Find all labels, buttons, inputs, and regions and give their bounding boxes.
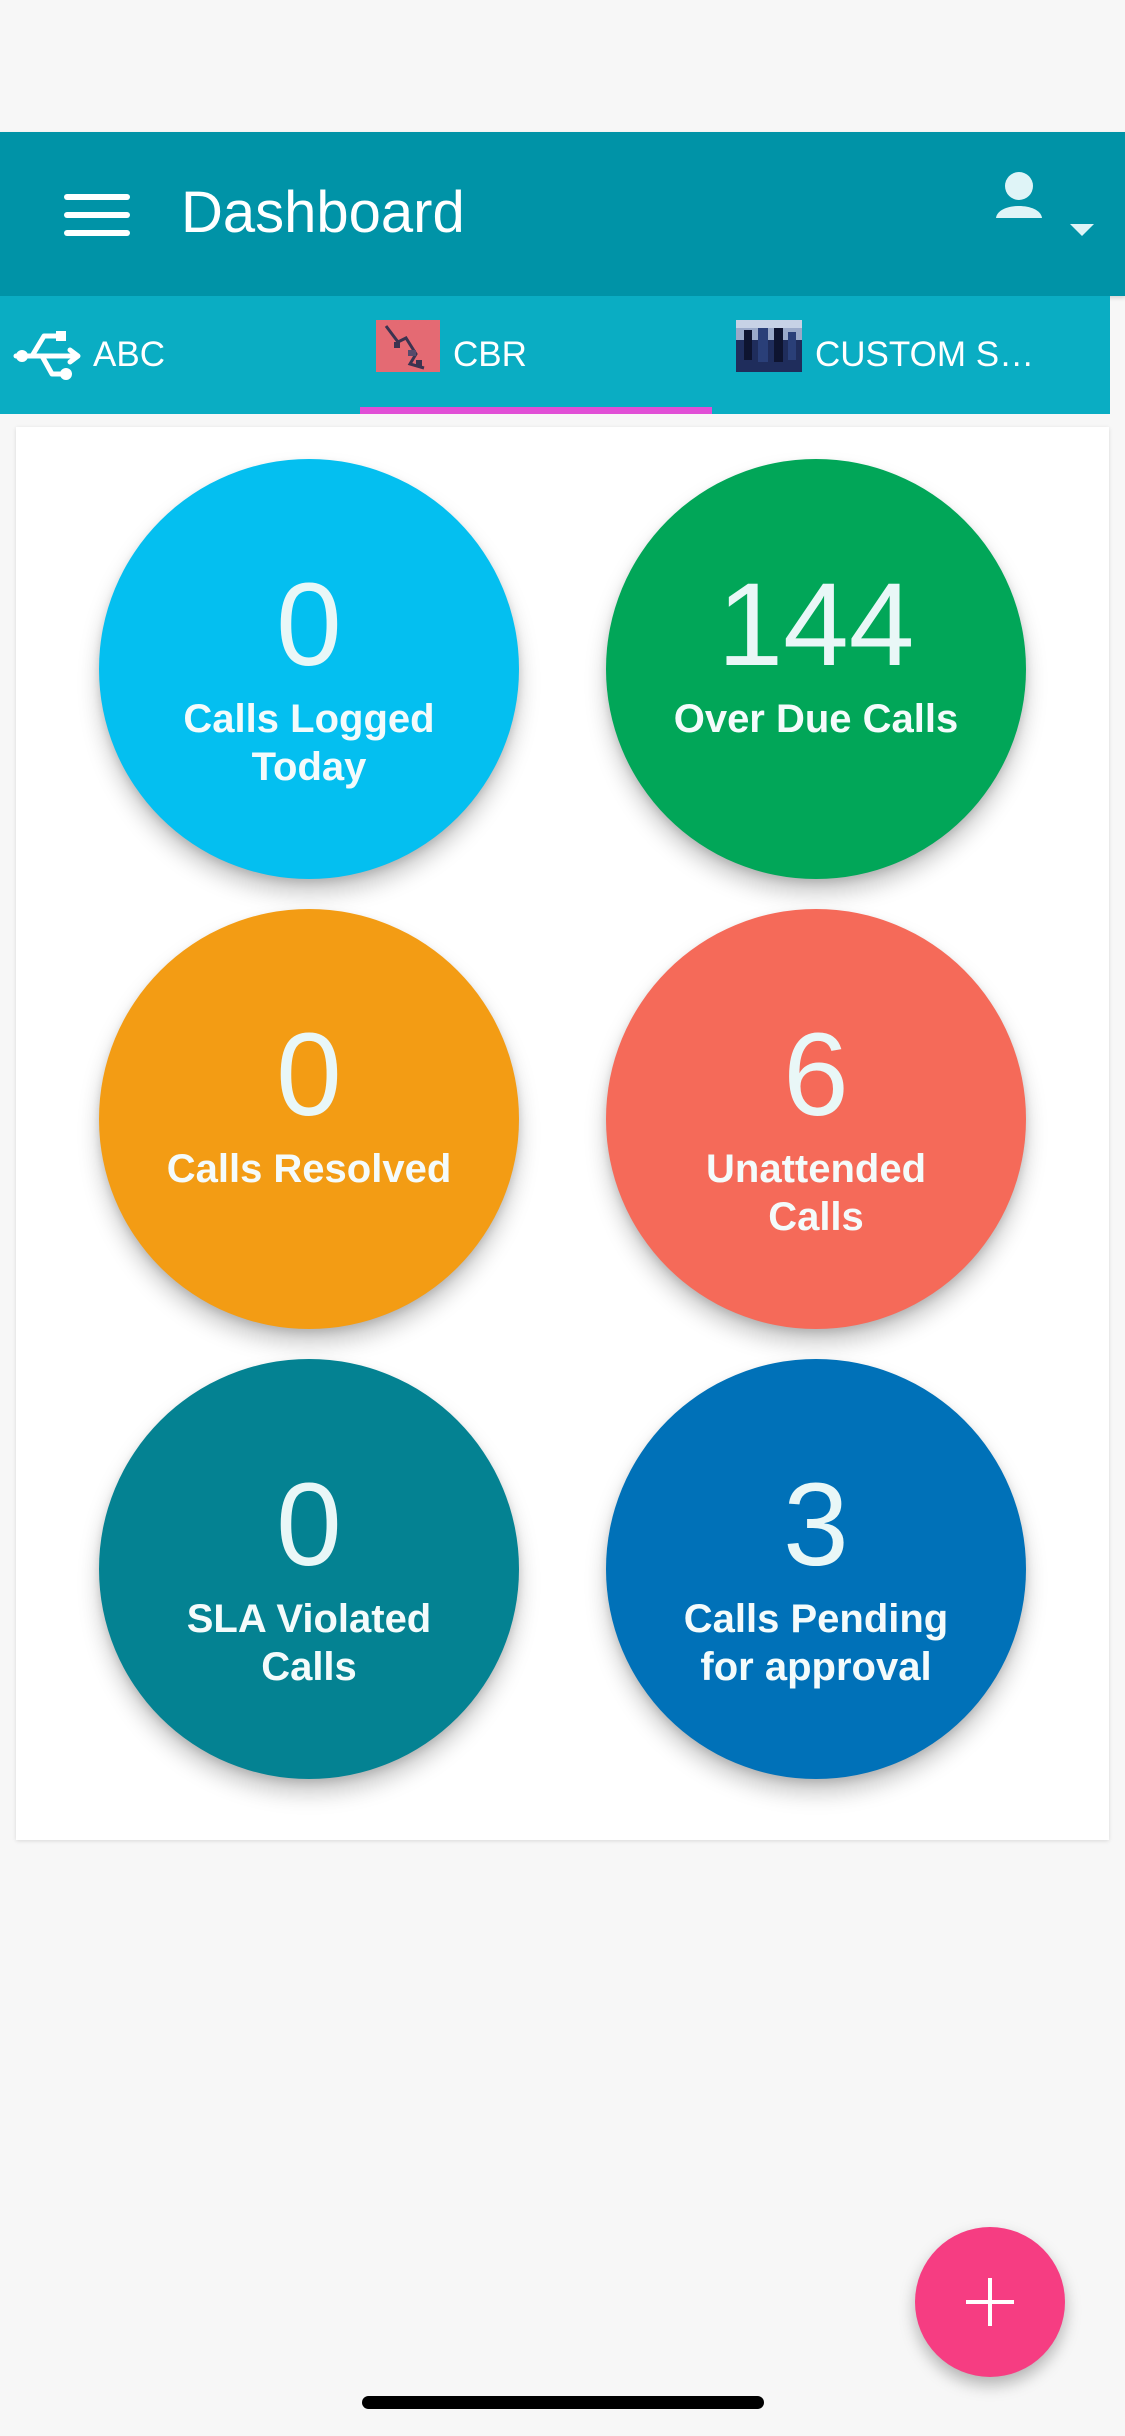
stat-value: 6 <box>783 1009 849 1141</box>
chevron-down-icon <box>1070 224 1094 236</box>
stat-label: Unattended Calls <box>706 1147 926 1239</box>
add-call-fab-button[interactable] <box>915 2227 1065 2377</box>
user-menu-button[interactable] <box>990 166 1100 246</box>
stat-value: 3 <box>783 1459 849 1591</box>
stat-sla-violated-calls[interactable]: 0 SLA Violated Calls <box>99 1359 519 1779</box>
menu-icon-bar <box>64 230 130 236</box>
stat-unattended-calls[interactable]: 6 Unattended Calls <box>606 909 1026 1329</box>
tab-bar: ABC CBR CUSTOM S… <box>0 296 1110 414</box>
stat-label: Over Due Calls <box>673 697 959 741</box>
tab-abc[interactable]: ABC <box>0 296 360 414</box>
tab-label: CUSTOM S… <box>815 335 1035 374</box>
stat-value: 0 <box>276 559 342 691</box>
menu-button[interactable] <box>58 186 138 244</box>
menu-icon-bar <box>64 194 130 200</box>
tab-label: CBR <box>453 335 527 374</box>
menu-icon-bar <box>64 212 130 218</box>
stat-value: 0 <box>276 1459 342 1591</box>
stat-calls-logged-today[interactable]: 0 Calls Logged Today <box>99 459 519 879</box>
stat-calls-pending-approval[interactable]: 3 Calls Pending for approval <box>606 1359 1026 1779</box>
stat-label: Calls Logged Today <box>183 697 435 789</box>
tab-custom[interactable]: CUSTOM S… <box>712 296 1110 414</box>
tab-cbr[interactable]: CBR <box>360 296 712 414</box>
page-title: Dashboard <box>181 180 465 245</box>
app-bar: Dashboard <box>0 132 1125 296</box>
stat-label: SLA Violated Calls <box>186 1597 432 1689</box>
tab-thumbnail-image <box>376 320 440 372</box>
stat-over-due-calls[interactable]: 144 Over Due Calls <box>606 459 1026 879</box>
status-bar-area <box>0 0 1125 132</box>
dashboard-card: 0 Calls Logged Today 144 Over Due Calls … <box>16 427 1109 1840</box>
stat-label: Calls Resolved <box>166 1147 452 1191</box>
stat-calls-resolved[interactable]: 0 Calls Resolved <box>99 909 519 1329</box>
usb-icon <box>13 331 81 380</box>
active-tab-indicator <box>360 407 712 414</box>
stat-value: 144 <box>717 559 915 691</box>
tab-thumbnail-image <box>736 320 802 372</box>
stat-label: Calls Pending for approval <box>683 1597 949 1689</box>
home-indicator <box>362 2396 764 2409</box>
user-icon <box>996 172 1042 218</box>
tab-label: ABC <box>93 335 165 374</box>
stat-value: 0 <box>276 1009 342 1141</box>
